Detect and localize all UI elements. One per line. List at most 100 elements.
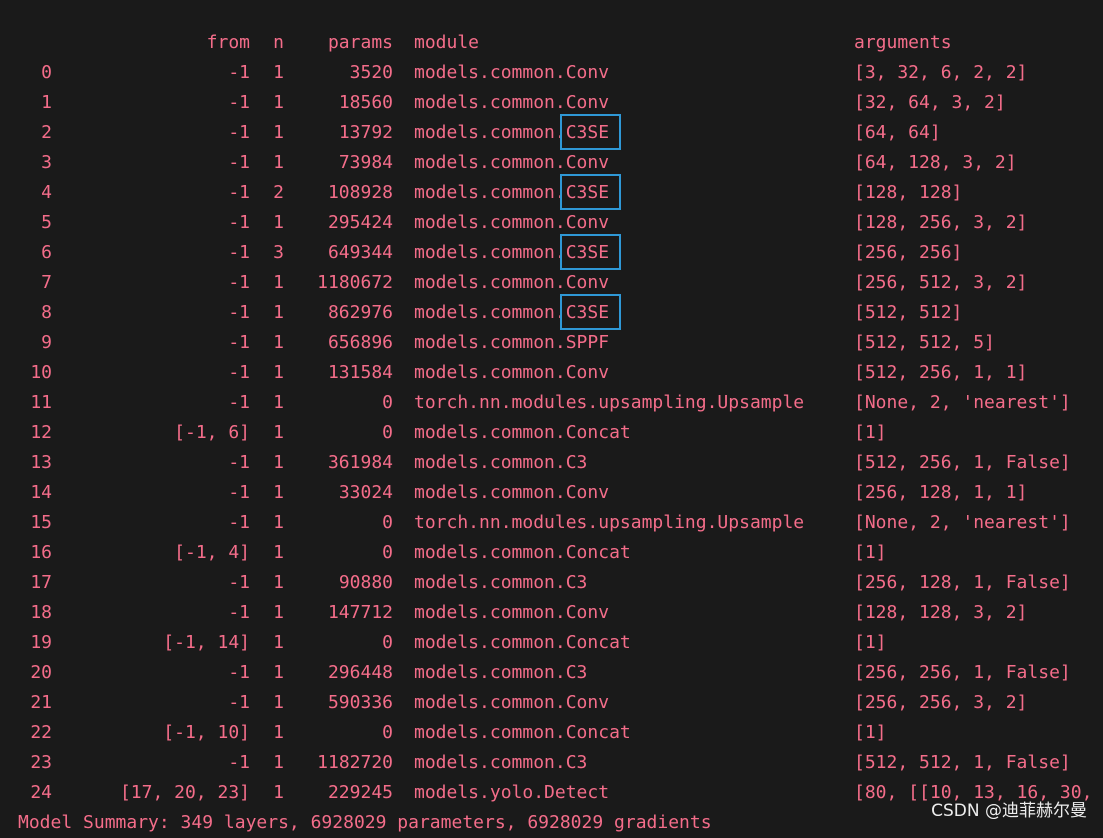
row-n: 1 (273, 152, 284, 173)
row-index: 1 (41, 92, 52, 113)
row-params: 296448 (327, 662, 393, 683)
table-row: 0 -1 1 3520 models.common.Conv [3, 32, 6, 2, … (0, 58, 1103, 88)
row-from: -1 (228, 692, 250, 713)
row-n: 3 (273, 242, 284, 263)
row-params: 108928 (327, 182, 393, 203)
header-module: module (414, 32, 480, 53)
row-index: 11 (30, 392, 52, 413)
header-from: from (206, 32, 250, 53)
row-arguments: [512, 512, 5] (854, 332, 995, 353)
row-params: 361984 (327, 452, 393, 473)
row-params: 13792 (338, 122, 393, 143)
row-module: torch.nn.modules.upsampling.Upsample (414, 512, 805, 533)
row-arguments: [512, 512] (854, 302, 963, 323)
row-params: 0 (382, 632, 393, 653)
row-from: -1 (228, 182, 250, 203)
row-from: [-1, 6] (174, 422, 250, 443)
table-row: 6 -1 3 649344 models.common.C3SE [256, 256] (0, 234, 1103, 270)
row-from: [-1, 10] (163, 722, 250, 743)
row-params: 0 (382, 512, 393, 533)
row-arguments: [128, 128, 3, 2] (854, 602, 1028, 623)
row-from: -1 (228, 332, 250, 353)
row-n: 1 (273, 752, 284, 773)
row-index: 21 (30, 692, 52, 713)
row-params: 90880 (338, 572, 393, 593)
row-index: 20 (30, 662, 52, 683)
row-from: -1 (228, 122, 250, 143)
row-index: 19 (30, 632, 52, 653)
row-params: 295424 (327, 212, 393, 233)
table-row: 22 [-1, 10] 1 0 models.common.Concat [1] (0, 718, 1103, 748)
table-row: 11 -1 1 0 torch.nn.modules.upsampling.Upsamp… (0, 388, 1103, 418)
highlight-box (559, 294, 622, 330)
row-arguments: [1] (854, 632, 887, 653)
row-index: 17 (30, 572, 52, 593)
table-row: 23 -1 1 1182720 models.common.C3 [512, 512, 1… (0, 748, 1103, 778)
row-index: 9 (41, 332, 52, 353)
row-params: 0 (382, 392, 393, 413)
row-from: [-1, 4] (174, 542, 250, 563)
table-row: 10 -1 1 131584 models.common.Conv [512, 256, … (0, 358, 1103, 388)
row-module: models.common.C3 (414, 662, 588, 683)
row-arguments: [1] (854, 722, 887, 743)
row-n: 1 (273, 662, 284, 683)
header-n: n (273, 32, 284, 53)
row-params: 0 (382, 422, 393, 443)
row-module: models.common.Concat (414, 632, 631, 653)
row-n: 1 (273, 362, 284, 383)
row-arguments: [64, 128, 3, 2] (854, 152, 1017, 173)
table-row: 19 [-1, 14] 1 0 models.common.Concat [1] (0, 628, 1103, 658)
table-row: 7 -1 1 1180672 models.common.Conv [256, 512, … (0, 268, 1103, 298)
row-from: -1 (228, 572, 250, 593)
row-arguments: [512, 256, 1, False] (854, 452, 1071, 473)
row-n: 1 (273, 272, 284, 293)
row-from: -1 (228, 92, 250, 113)
row-from: -1 (228, 452, 250, 473)
table-row: 15 -1 1 0 torch.nn.modules.upsampling.Upsamp… (0, 508, 1103, 538)
row-arguments: [3, 32, 6, 2, 2] (854, 62, 1028, 83)
highlight-box (559, 174, 622, 210)
table-row: 4 -1 2 108928 models.common.C3SE [128, 128] (0, 174, 1103, 210)
row-params: 3520 (349, 62, 393, 83)
row-module: models.common.C3 (414, 572, 588, 593)
row-n: 1 (273, 62, 284, 83)
row-index: 22 (30, 722, 52, 743)
row-params: 656896 (327, 332, 393, 353)
row-n: 1 (273, 542, 284, 563)
row-arguments: [32, 64, 3, 2] (854, 92, 1006, 113)
row-from: -1 (228, 752, 250, 773)
row-n: 1 (273, 782, 284, 803)
row-index: 3 (41, 152, 52, 173)
row-module: models.common.Conv (414, 62, 610, 83)
row-module: models.common.C3 (414, 752, 588, 773)
table-row: 16 [-1, 4] 1 0 models.common.Concat [1] (0, 538, 1103, 568)
row-arguments: [256, 512, 3, 2] (854, 272, 1028, 293)
row-index: 7 (41, 272, 52, 293)
row-from: [17, 20, 23] (119, 782, 250, 803)
row-arguments: [64, 64] (854, 122, 941, 143)
row-index: 4 (41, 182, 52, 203)
row-n: 1 (273, 452, 284, 473)
row-from: [-1, 14] (163, 632, 250, 653)
row-from: -1 (228, 512, 250, 533)
table-row: 17 -1 1 90880 models.common.C3 [256, 128, 1, … (0, 568, 1103, 598)
table-row: 14 -1 1 33024 models.common.Conv [256, 128, 1… (0, 478, 1103, 508)
terminal-output: from n params module arguments 0 -1 1 3520 m… (0, 0, 1103, 833)
row-params: 0 (382, 542, 393, 563)
row-params: 0 (382, 722, 393, 743)
row-arguments: [256, 128, 1, 1] (854, 482, 1028, 503)
row-params: 1180672 (317, 272, 393, 293)
row-module: models.common.Conv (414, 362, 610, 383)
header-arguments: arguments (854, 32, 952, 53)
row-module: models.common.Concat (414, 722, 631, 743)
row-index: 23 (30, 752, 52, 773)
row-module: models.common.Conv (414, 482, 610, 503)
row-index: 2 (41, 122, 52, 143)
csdn-watermark: CSDN @迪菲赫尔曼 (931, 801, 1087, 821)
row-params: 131584 (327, 362, 393, 383)
table-row: 13 -1 1 361984 models.common.C3 [512, 256, 1,… (0, 448, 1103, 478)
row-n: 1 (273, 422, 284, 443)
row-index: 6 (41, 242, 52, 263)
row-arguments: [1] (854, 422, 887, 443)
row-n: 1 (273, 392, 284, 413)
